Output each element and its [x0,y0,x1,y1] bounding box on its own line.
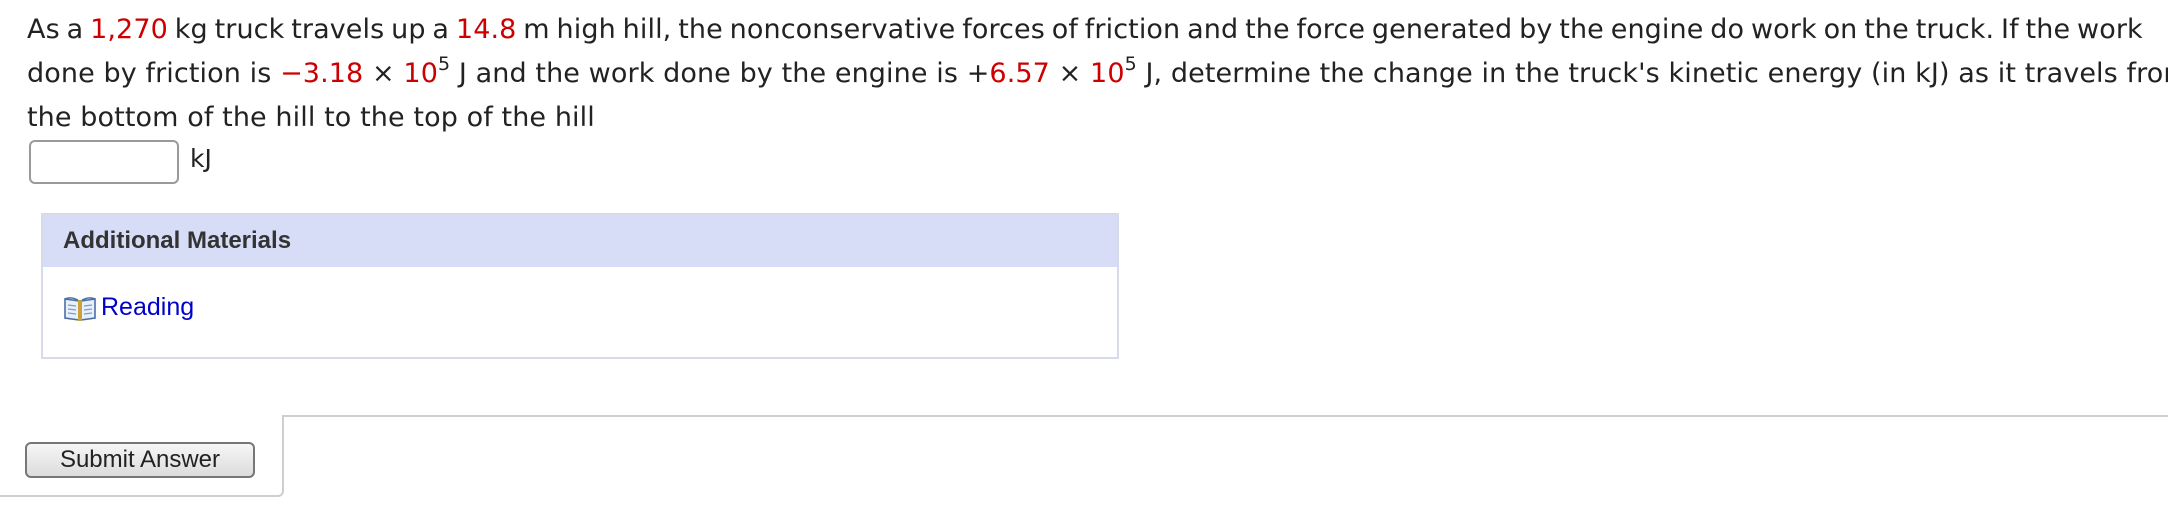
question-word: travels [291,14,385,45]
question-text-segment: J, determine the change in the truck's k… [1136,58,2168,89]
question-word: force [1296,14,1366,45]
question-word: up [391,14,426,45]
question-word: of [1051,14,1078,45]
question-word: on [1823,14,1858,45]
question-word: work [2077,14,2143,45]
question-word: engine [1610,14,1704,45]
question-word: m [523,14,550,45]
question-word: do [1710,14,1745,45]
truck-mass-value: 1,270 [90,14,168,45]
power-base: 10 [1090,58,1125,89]
question-word: work [1750,14,1817,45]
question-word: the [1245,14,1290,45]
plus-sign: + [966,58,990,89]
question-word: kg [174,14,208,45]
question-text-segment: J and the work done by the engine is [450,58,967,89]
question-word: nonconservative [729,14,956,45]
question-line-3: the bottom of the hill to the top of the… [27,102,595,133]
additional-materials-body: Reading [43,267,1117,322]
question-word: friction [1084,14,1181,45]
question-word: by [1519,14,1553,45]
question-word: truck. [1915,14,1995,45]
question-word: the [678,14,723,45]
times-symbol: × [363,58,404,89]
power-base: 10 [403,58,438,89]
question-word: high [556,14,616,45]
question-line-2: done by friction is −3.18 × 105 J and th… [27,52,2168,96]
question-word: truck [214,14,285,45]
hill-height-value: 14.8 [455,14,517,45]
question-word: a [66,14,84,45]
question-word: the [1559,14,1604,45]
question-word: and [1187,14,1239,45]
question-word: a [432,14,450,45]
friction-work-value: −3.18 [280,58,364,89]
answer-unit-label: kJ [190,143,212,173]
question-line-1: As a 1,270 kg truck travels up a 14.8 m high hill, t… [27,8,2143,52]
additional-materials-title: Additional Materials [43,215,1117,267]
answer-row: kJ [29,138,212,186]
question-word: the [1864,14,1909,45]
question-word: generated [1371,14,1513,45]
question-word: the [2025,14,2071,45]
additional-materials-panel: Additional Materials Reading [41,213,1119,359]
submit-answer-button[interactable]: Submit Answer [25,442,255,478]
power-exponent: 5 [437,53,451,75]
question-text-segment: done by friction is [27,58,281,89]
section-divider [282,415,2168,417]
question-text: As a 1,270 kg truck travels up a 14.8 m high hill, t… [27,8,2168,140]
question-word: forces [962,14,1045,45]
book-icon[interactable] [63,294,97,322]
power-exponent: 5 [1124,53,1137,75]
question-word: If [2001,14,2019,45]
engine-work-value: 6.57 [989,58,1050,89]
question-word: hill, [622,14,672,45]
question-word: As [27,14,60,45]
times-symbol: × [1049,58,1091,89]
answer-input[interactable] [29,140,179,184]
reading-link[interactable]: Reading [101,293,194,322]
